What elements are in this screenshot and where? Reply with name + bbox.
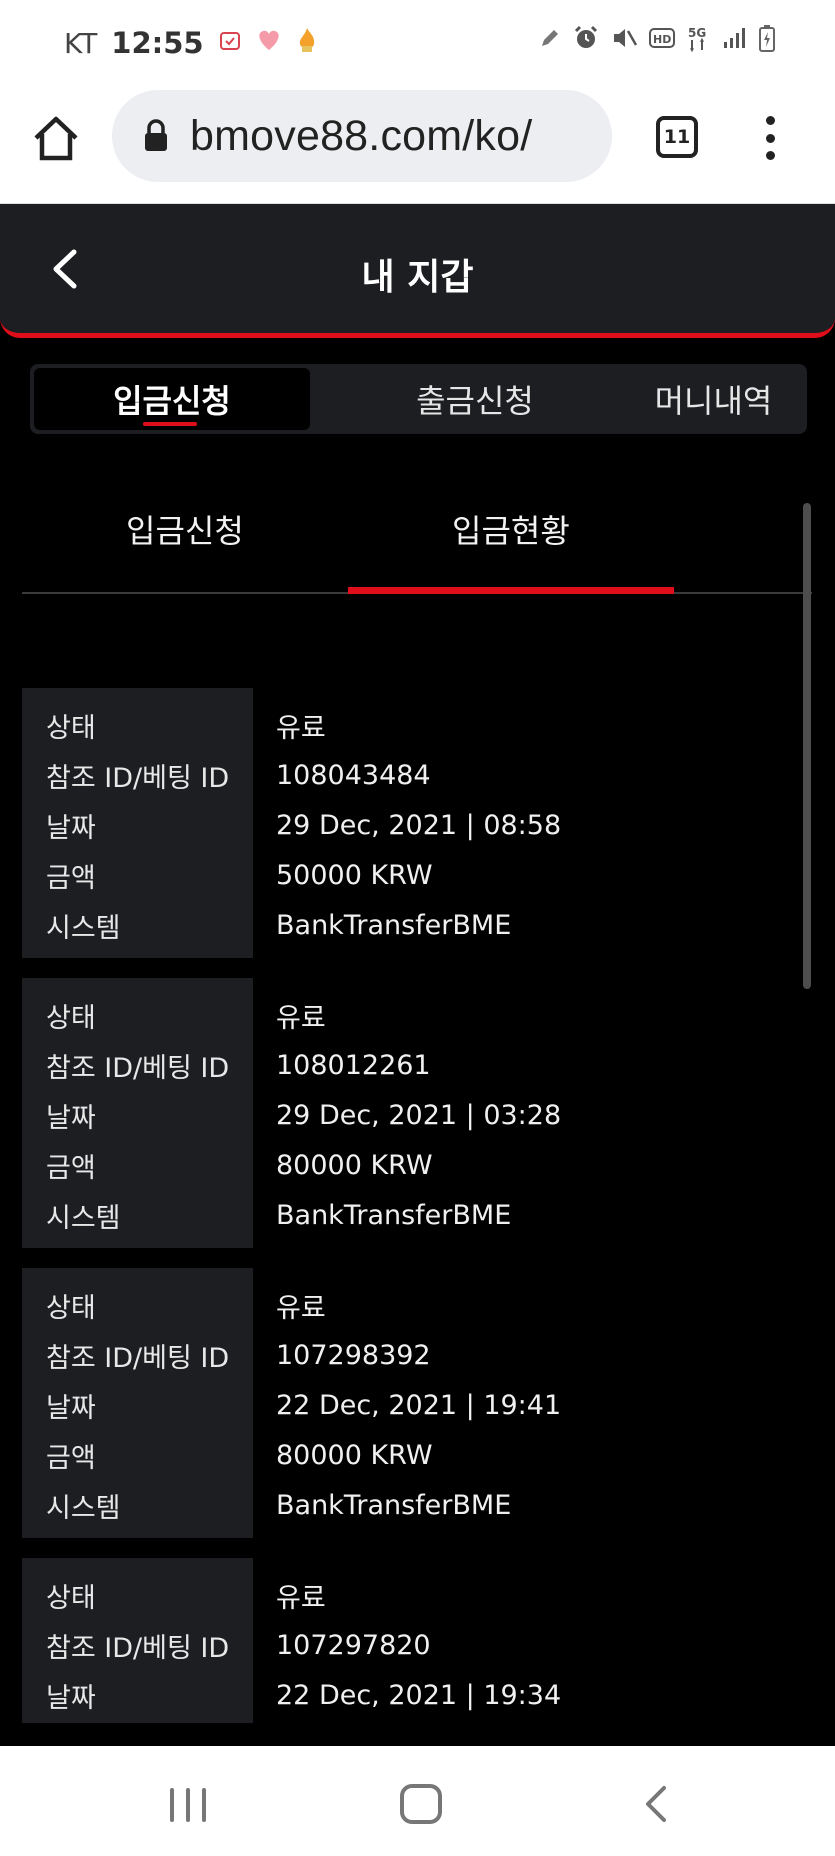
amount-label: 금액: [46, 1152, 96, 1184]
ref-id-value: 107297820: [276, 1629, 431, 1661]
date-label: 날짜: [46, 1102, 96, 1134]
pencil-icon: [539, 27, 561, 55]
tab-label: 입금신청: [113, 382, 231, 420]
wallet-header: 내 지갑: [0, 204, 835, 338]
status-label: 상태: [46, 1292, 96, 1324]
tab-money-history[interactable]: 머니내역: [620, 364, 807, 434]
svg-text:5G: 5G: [688, 26, 706, 40]
date-label: 날짜: [46, 1392, 96, 1424]
heart-icon: [256, 28, 282, 58]
ref-id-value: 108012261: [276, 1049, 431, 1081]
status-label: 상태: [46, 712, 96, 744]
chevron-left-icon: [646, 1786, 666, 1822]
status-left: KT 12:55: [64, 26, 318, 60]
amount-label: 금액: [46, 862, 96, 894]
amount-value: 50000 KRW: [276, 859, 433, 891]
status-value: 유료: [276, 1292, 326, 1324]
recent-apps-button[interactable]: [170, 1788, 206, 1822]
svg-text:HD: HD: [653, 33, 671, 46]
active-subtab-indicator: [348, 587, 674, 594]
system-label: 시스템: [46, 1492, 121, 1524]
recent-apps-icon: [170, 1788, 174, 1822]
page-title: 내 지갑: [361, 257, 474, 298]
tab-label: 출금신청: [416, 382, 534, 420]
system-value: BankTransferBME: [276, 1199, 512, 1231]
calendar-icon: [218, 28, 242, 58]
ref-id-label: 참조 ID/베팅 ID: [46, 1342, 230, 1374]
deposit-record: 상태 참조 ID/베팅 ID 날짜 금액 시스템 유료 108012261 29…: [22, 978, 802, 1248]
browser-toolbar: bmove88.com/ko/ 11: [0, 86, 835, 204]
system-navigation-bar: [0, 1746, 835, 1856]
network-5g-icon: 5G: [687, 24, 711, 58]
status-right: HD 5G: [539, 24, 775, 58]
system-value: BankTransferBME: [276, 1489, 512, 1521]
deposit-record: 상태 참조 ID/베팅 ID 날짜 금액 시스템 유료 107298392 22…: [22, 1268, 802, 1538]
hd-icon: HD: [649, 27, 675, 55]
status-value: 유료: [276, 1582, 326, 1614]
signal-icon: [723, 27, 747, 55]
kebab-dot: [765, 133, 775, 143]
home-icon: [34, 116, 78, 161]
status-value: 유료: [276, 1002, 326, 1034]
status-label: 상태: [46, 1002, 96, 1034]
ref-id-value: 108043484: [276, 759, 431, 791]
fire-app-icon: [296, 26, 318, 60]
tab-label: 머니내역: [654, 382, 773, 420]
home-button[interactable]: [30, 112, 82, 164]
system-label: 시스템: [46, 912, 121, 944]
ref-id-label: 참조 ID/베팅 ID: [46, 1632, 230, 1664]
recent-apps-icon: [202, 1788, 206, 1822]
deposit-record: 상태 참조 ID/베팅 ID 날짜 유료 107297820 22 Dec, 2…: [22, 1558, 802, 1723]
date-value: 22 Dec, 2021 | 19:34: [276, 1679, 562, 1711]
system-label: 시스템: [46, 1202, 121, 1234]
subtab-deposit-request[interactable]: 입금신청: [126, 506, 244, 552]
battery-icon: [759, 24, 775, 58]
recent-apps-icon: [186, 1788, 190, 1822]
system-value: BankTransferBME: [276, 909, 512, 941]
status-bar: KT 12:55 HD 5G: [0, 0, 835, 86]
status-label: 상태: [46, 1582, 96, 1614]
carrier-label: KT: [64, 26, 98, 60]
kebab-dot: [765, 116, 775, 125]
date-value: 29 Dec, 2021 | 03:28: [276, 1099, 562, 1131]
kebab-dot: [765, 151, 775, 160]
amount-value: 80000 KRW: [276, 1149, 433, 1181]
wallet-tabs: 입금신청 출금신청 머니내역: [30, 364, 807, 434]
subtab-deposit-status[interactable]: 입금현황: [452, 506, 570, 552]
tab-withdraw-request[interactable]: 출금신청: [330, 364, 620, 434]
amount-value: 80000 KRW: [276, 1439, 433, 1471]
deposit-records-list: 상태 참조 ID/베팅 ID 날짜 금액 시스템 유료 108043484 29…: [22, 688, 802, 1723]
scrollbar[interactable]: [803, 503, 811, 989]
address-bar[interactable]: bmove88.com/ko/: [112, 90, 612, 182]
date-value: 29 Dec, 2021 | 08:58: [276, 809, 562, 841]
tab-switcher-button[interactable]: 11: [656, 116, 698, 158]
lock-icon: [142, 118, 170, 154]
clock: 12:55: [111, 26, 204, 60]
tab-deposit-request[interactable]: 입금신청: [34, 368, 310, 430]
date-label: 날짜: [46, 812, 96, 844]
deposit-subtabs: 입금신청 입금현황: [22, 480, 812, 594]
date-value: 22 Dec, 2021 | 19:41: [276, 1389, 562, 1421]
back-nav-button[interactable]: [642, 1784, 670, 1824]
alarm-icon: [573, 25, 599, 57]
status-value: 유료: [276, 712, 326, 744]
date-label: 날짜: [46, 1682, 96, 1714]
url-text: bmove88.com/ko/: [190, 111, 533, 160]
ref-id-label: 참조 ID/베팅 ID: [46, 1052, 230, 1084]
ref-id-value: 107298392: [276, 1339, 431, 1371]
menu-button[interactable]: [760, 116, 780, 160]
mute-icon: [611, 26, 638, 56]
deposit-record: 상태 참조 ID/베팅 ID 날짜 금액 시스템 유료 108043484 29…: [22, 688, 802, 958]
ref-id-label: 참조 ID/베팅 ID: [46, 762, 230, 794]
active-tab-indicator: [143, 422, 197, 426]
home-nav-button[interactable]: [400, 1784, 442, 1824]
amount-label: 금액: [46, 1442, 96, 1474]
